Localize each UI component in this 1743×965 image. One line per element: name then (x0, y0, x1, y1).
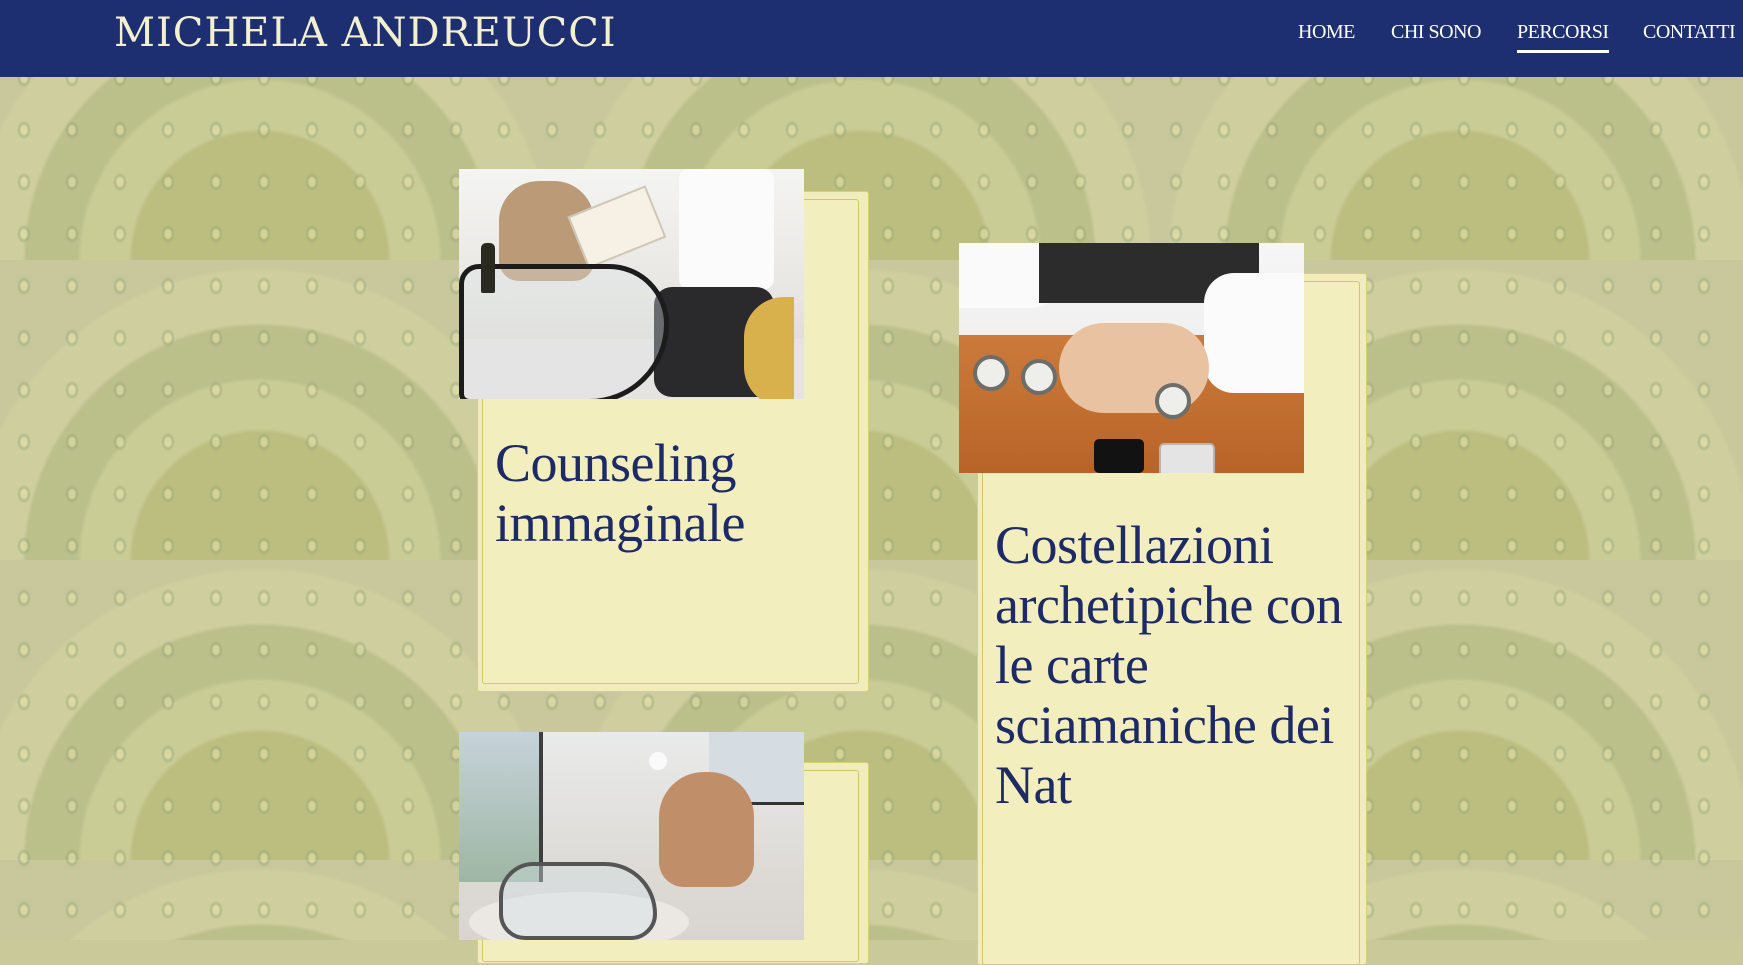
site-logo[interactable]: MICHELA ANDREUCCI (114, 10, 617, 56)
nav-chi-sono[interactable]: CHI SONO (1391, 21, 1481, 50)
card-image-lounge[interactable] (459, 169, 804, 399)
card-title[interactable]: Counseling immaginale (495, 433, 845, 553)
card-image-watches[interactable] (959, 243, 1304, 473)
card-costellazioni-archetipiche[interactable]: Costellazioni archetipiche con le carte … (959, 243, 1369, 965)
card-image-egg-chair[interactable] (459, 732, 804, 940)
nav-percorsi[interactable]: PERCORSI (1517, 21, 1609, 53)
site-header: MICHELA ANDREUCCI HOME CHI SONO PERCORSI… (0, 0, 1743, 77)
card-counseling-immaginale[interactable]: Counseling immaginale (459, 169, 869, 694)
card-title[interactable]: Costellazioni archetipiche con le carte … (995, 515, 1365, 815)
nav-contatti[interactable]: CONTATTI (1643, 21, 1736, 50)
decorative-background (0, 0, 1743, 940)
card-third-percorso[interactable] (459, 732, 869, 964)
nav-home[interactable]: HOME (1298, 21, 1355, 50)
